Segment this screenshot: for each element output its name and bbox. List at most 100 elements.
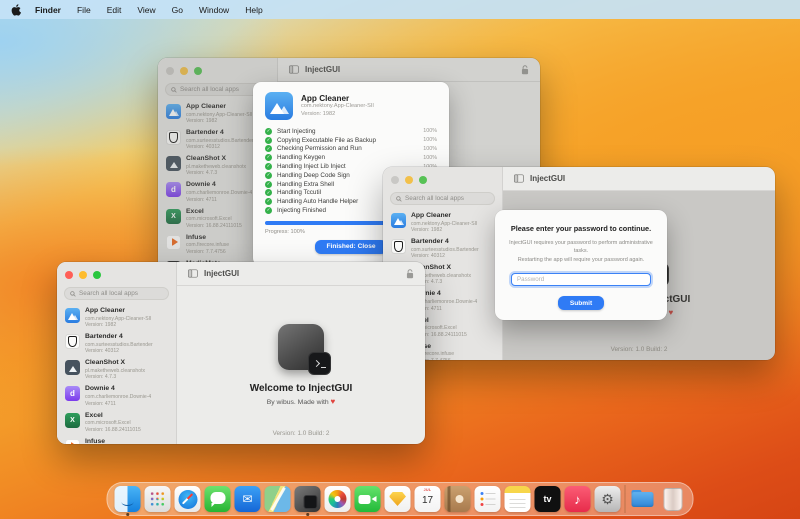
step-label: Handling Keygen	[277, 154, 325, 162]
sidebar-item-downie-4[interactable]: d Downie 4 com.charliemonroe.Downie-4 Ve…	[64, 383, 169, 409]
finished-close-button[interactable]: Finished: Close	[315, 239, 387, 254]
dock-icon-music[interactable]: ♪	[564, 486, 591, 512]
zoom-button[interactable]	[93, 271, 101, 279]
sidebar-item-bartender-4[interactable]: Bartender 4 com.surteesstudios.Bartender…	[390, 236, 495, 262]
app-version: Version: 40312	[85, 348, 119, 355]
traffic-lights[interactable]	[64, 269, 169, 279]
dock-icon-tv[interactable]: tv	[534, 486, 561, 512]
menu-item[interactable]: Edit	[99, 5, 130, 15]
minimize-button[interactable]	[79, 271, 87, 279]
menu-item[interactable]: Window	[191, 5, 237, 15]
dock-icon-messages[interactable]	[204, 486, 231, 512]
check-circle-icon: ✓	[265, 171, 272, 179]
sidebar-item-app-cleaner[interactable]: App Cleaner com.nektony.App-Cleaner-SII …	[390, 210, 495, 236]
dock-icon-downloads[interactable]	[630, 486, 656, 512]
dock-icon-art: ✉	[234, 486, 261, 512]
dock-icon-safari[interactable]	[174, 486, 201, 512]
heart-icon: ♥	[330, 397, 336, 406]
menu-item[interactable]: Finder	[27, 5, 69, 15]
app-bundle-id: com.surteesstudios.Bartender	[85, 341, 153, 348]
window-title: InjectGUI	[530, 174, 566, 183]
sidebar-toggle-icon[interactable]	[514, 174, 524, 183]
inject-step-row: ✓ Copying Executable File as Backup 100%	[265, 136, 437, 145]
dock-icon-injectgui[interactable]	[294, 486, 321, 512]
step-label: Checking Permission and Run	[277, 145, 362, 153]
menu-item[interactable]: Go	[164, 5, 191, 15]
dialog-header: App Cleaner com.nektony.App-Cleaner-SII …	[265, 92, 437, 120]
sidebar-toggle-icon[interactable]	[188, 269, 198, 278]
search-icon	[396, 195, 402, 202]
sidebar-item-cleanshot-x[interactable]: CleanShot X pl.maketheweb.cleanshotx Ver…	[64, 357, 169, 383]
app-icon	[65, 308, 80, 324]
dock-icon-facetime[interactable]	[354, 486, 381, 512]
sidebar-item-excel[interactable]: X Excel com.microsoft.Excel Version: 16.…	[64, 409, 169, 435]
dock-icon-art	[174, 486, 201, 512]
dock-icon-art	[624, 485, 626, 513]
dock-icon-trash[interactable]	[660, 486, 686, 512]
app-bundle-id: com.charliemonroe.Downie-4	[85, 393, 152, 400]
app-version: Version: 1982	[411, 227, 443, 234]
check-circle-icon: ✓	[265, 198, 272, 206]
dock-icon-art	[144, 486, 171, 512]
step-percent: 100%	[423, 137, 437, 144]
injectgui-app-icon	[278, 324, 331, 375]
dock-icon-finder[interactable]	[114, 486, 141, 512]
dock-icon-sketch[interactable]	[384, 486, 411, 512]
lock-icon[interactable]	[406, 268, 414, 279]
menu-item[interactable]: Help	[237, 5, 270, 15]
submit-button[interactable]: Submit	[557, 296, 605, 310]
dock-icon-calendar[interactable]: JUL 17	[414, 486, 441, 512]
menu-item[interactable]: View	[129, 5, 163, 15]
check-circle-icon: ✓	[265, 154, 272, 162]
apple-menu-icon[interactable]	[10, 3, 21, 16]
dock-icon-system-settings[interactable]: ⚙	[594, 486, 621, 512]
dock-icon-art	[444, 486, 471, 512]
search-placeholder: Search all local apps	[405, 195, 464, 202]
dock-icon-art	[630, 486, 656, 512]
dock-icon-art	[114, 486, 141, 512]
app-version: Version: 16.88.24111015	[85, 426, 141, 433]
close-button[interactable]	[65, 271, 73, 279]
minimize-button[interactable]	[405, 176, 413, 184]
step-label: Copying Executable File as Backup	[277, 136, 377, 144]
app-name: CleanShot X	[85, 359, 126, 367]
app-name: App Cleaner	[411, 212, 452, 220]
sidebar: Search all local apps App Cleaner com.ne…	[57, 262, 177, 444]
dock-icon-art: ♪	[564, 486, 591, 512]
dock-icon-photos[interactable]	[324, 486, 351, 512]
dock-icon-art: JUL 17	[414, 486, 441, 512]
password-input[interactable]	[511, 272, 651, 286]
app-name: App Cleaner	[85, 307, 126, 315]
terminal-icon	[308, 352, 331, 375]
search-icon	[70, 290, 76, 297]
sidebar-item-app-cleaner[interactable]: App Cleaner com.nektony.App-Cleaner-SII …	[64, 305, 169, 331]
app-bundle-id: com.nektony.App-Cleaner-SII	[85, 315, 152, 322]
app-bundle-id: com.microsoft.Excel	[85, 419, 131, 426]
zoom-button[interactable]	[419, 176, 427, 184]
dock-icon-launchpad[interactable]	[144, 486, 171, 512]
dock-icon-art	[504, 486, 531, 512]
dock-icon-mail[interactable]: ✉	[234, 486, 261, 512]
check-circle-icon: ✓	[265, 180, 272, 188]
sidebar-item-bartender-4[interactable]: Bartender 4 com.surteesstudios.Bartender…	[64, 331, 169, 357]
step-label: Start Injecting	[277, 127, 316, 135]
welcome-byline: By wibus. Made with ♥	[266, 397, 336, 406]
password-dialog: Please enter your password to continue. …	[495, 210, 667, 320]
inject-step-row: ✓ Handling Keygen 100%	[265, 153, 437, 162]
app-version: Version: 40312	[411, 253, 445, 260]
title-bar: InjectGUI	[177, 262, 425, 286]
dock-icon-contacts[interactable]	[444, 486, 471, 512]
search-input[interactable]: Search all local apps	[64, 287, 169, 300]
dock-icon-art	[384, 486, 411, 512]
close-button[interactable]	[391, 176, 399, 184]
password-dialog-title: Please enter your password to continue.	[510, 224, 652, 233]
dock-icon-reminders[interactable]	[474, 486, 501, 512]
sidebar-item-infuse[interactable]: Infuse com.firecore.infuse Version: 7.7.…	[64, 435, 169, 444]
version-label: Version: 1.0 Build: 2	[272, 430, 330, 437]
menu-item[interactable]: File	[69, 5, 99, 15]
search-input[interactable]: Search all local apps	[390, 192, 495, 205]
dock-icon-notes[interactable]	[504, 486, 531, 512]
search-placeholder: Search all local apps	[79, 290, 138, 297]
dock-icon-maps[interactable]	[264, 486, 291, 512]
traffic-lights[interactable]	[390, 174, 495, 184]
